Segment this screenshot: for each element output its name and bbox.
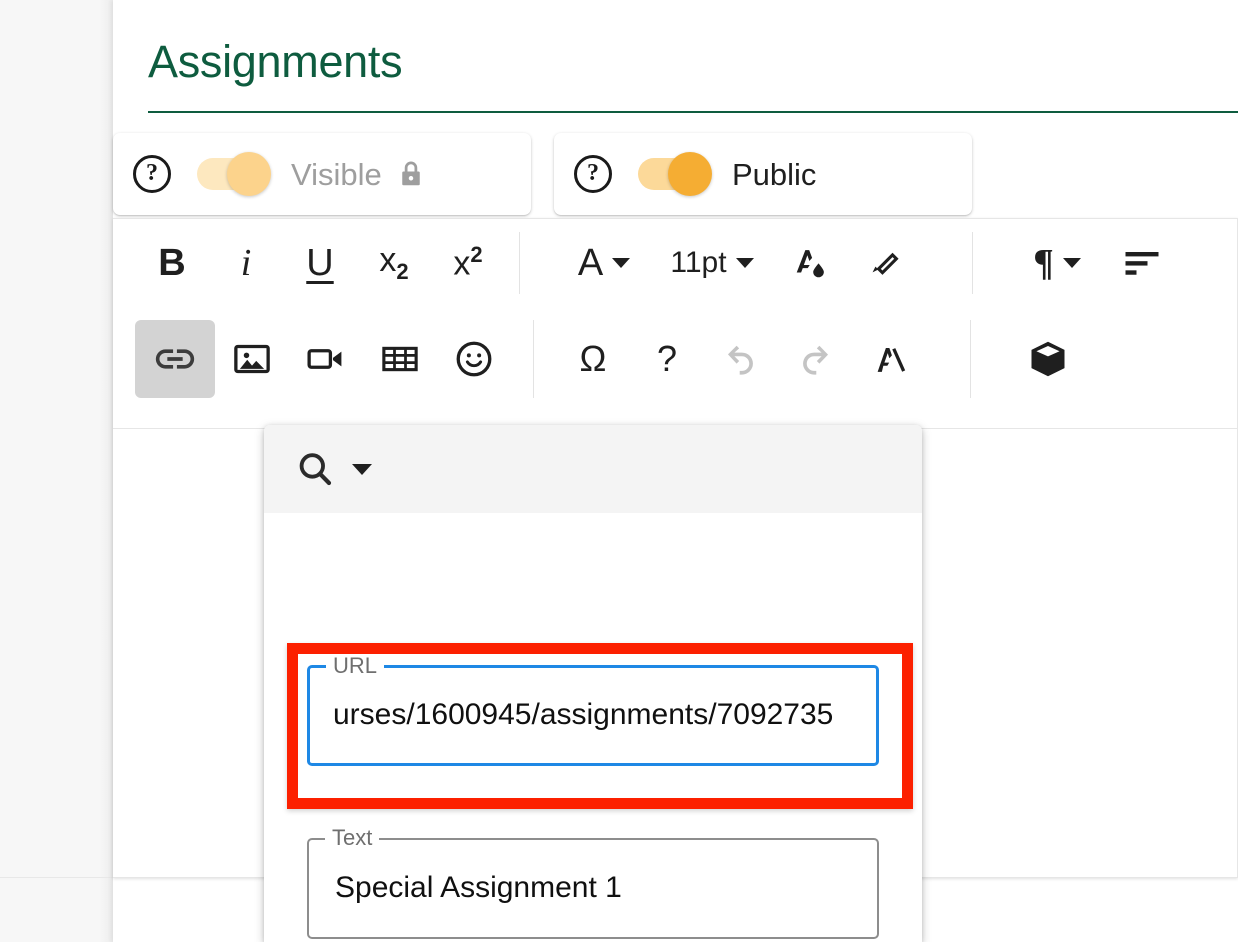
text-field[interactable]: Text Special Assignment 1 bbox=[307, 827, 879, 939]
search-icon bbox=[299, 453, 332, 486]
paragraph-format-dropdown[interactable]: ¶ bbox=[1009, 232, 1105, 294]
undo-button[interactable] bbox=[704, 328, 778, 390]
question-mark-circle-icon[interactable]: ? bbox=[574, 155, 612, 193]
page-title: Assignments bbox=[148, 36, 403, 87]
screen-root: Assignments ? Visible ? Public B i U x2 … bbox=[0, 0, 1238, 942]
font-size-value: 11pt bbox=[670, 246, 727, 279]
toolbar-separator bbox=[533, 320, 534, 398]
apps-3d-button[interactable] bbox=[1011, 328, 1085, 390]
chevron-down-icon bbox=[1062, 258, 1081, 268]
superscript-button[interactable]: x2 bbox=[431, 232, 505, 294]
toggle-thumb bbox=[227, 152, 271, 196]
public-toggle-label: Public bbox=[732, 156, 817, 192]
italic-button[interactable]: i bbox=[209, 232, 283, 294]
link-search-dropdown-button[interactable] bbox=[292, 441, 372, 497]
chevron-down-icon bbox=[735, 258, 754, 268]
redo-icon bbox=[803, 345, 829, 375]
page-title-underline bbox=[148, 111, 1238, 113]
help-button[interactable]: ? bbox=[630, 328, 704, 390]
toolbar-separator bbox=[519, 232, 520, 294]
text-color-button[interactable] bbox=[772, 232, 846, 294]
lock-icon bbox=[396, 158, 426, 190]
font-size-dropdown[interactable]: 11pt bbox=[652, 232, 772, 294]
main-content-column: Assignments ? Visible ? Public B i U x2 … bbox=[113, 0, 1238, 942]
link-popup-body: URL urses/1600945/assignments/7092735 Te… bbox=[264, 513, 922, 942]
clear-formatting-button[interactable] bbox=[852, 328, 926, 390]
text-field-label: Text bbox=[325, 827, 380, 849]
emoji-icon bbox=[456, 341, 492, 377]
underline-button[interactable]: U bbox=[283, 232, 357, 294]
undo-icon bbox=[727, 345, 753, 375]
link-icon bbox=[155, 349, 195, 369]
question-mark-circle-icon[interactable]: ? bbox=[133, 155, 171, 193]
insert-image-button[interactable] bbox=[215, 328, 289, 390]
bold-button[interactable]: B bbox=[135, 232, 209, 294]
subscript-button[interactable]: x2 bbox=[357, 232, 431, 294]
url-field-value[interactable]: urses/1600945/assignments/7092735 bbox=[333, 698, 833, 732]
text-field-value[interactable]: Special Assignment 1 bbox=[335, 871, 622, 905]
text-color-icon bbox=[796, 250, 824, 278]
visible-toggle-switch[interactable] bbox=[197, 152, 271, 196]
left-gutter-divider bbox=[0, 877, 113, 878]
highlighter-icon bbox=[872, 252, 899, 275]
video-camera-icon bbox=[307, 349, 342, 369]
insert-emoji-button[interactable] bbox=[437, 328, 511, 390]
chevron-down-icon bbox=[352, 463, 372, 475]
insert-link-button[interactable] bbox=[135, 320, 215, 398]
left-gutter bbox=[0, 0, 113, 942]
chevron-down-icon bbox=[612, 258, 631, 268]
text-align-button[interactable] bbox=[1105, 232, 1179, 294]
url-field-label: URL bbox=[326, 655, 385, 677]
visible-toggle-card[interactable]: ? Visible bbox=[113, 133, 531, 215]
editor-toolbar-row-2: Ω ? bbox=[113, 307, 1237, 411]
redo-button[interactable] bbox=[778, 328, 852, 390]
font-family-dropdown[interactable]: A bbox=[556, 232, 652, 294]
image-icon bbox=[234, 344, 270, 374]
public-toggle-switch[interactable] bbox=[638, 152, 712, 196]
visible-toggle-label: Visible bbox=[291, 156, 382, 192]
link-popup-header bbox=[264, 425, 922, 513]
highlight-color-button[interactable] bbox=[846, 232, 920, 294]
toggle-thumb bbox=[668, 152, 712, 196]
link-insert-popup: URL urses/1600945/assignments/7092735 Te… bbox=[264, 425, 922, 942]
table-icon bbox=[382, 346, 418, 372]
insert-video-button[interactable] bbox=[289, 328, 363, 390]
toolbar-separator bbox=[972, 232, 973, 294]
editor-toolbar-row-1: B i U x2 x2 A 11pt ¶ bbox=[113, 219, 1237, 307]
url-field[interactable]: URL urses/1600945/assignments/7092735 bbox=[307, 655, 879, 766]
public-toggle-card[interactable]: ? Public bbox=[554, 133, 972, 215]
cube-icon bbox=[1031, 341, 1065, 377]
insert-table-button[interactable] bbox=[363, 328, 437, 390]
align-left-icon bbox=[1125, 252, 1159, 275]
special-character-button[interactable]: Ω bbox=[556, 328, 630, 390]
toolbar-separator bbox=[970, 320, 971, 398]
clear-formatting-icon bbox=[877, 348, 906, 372]
